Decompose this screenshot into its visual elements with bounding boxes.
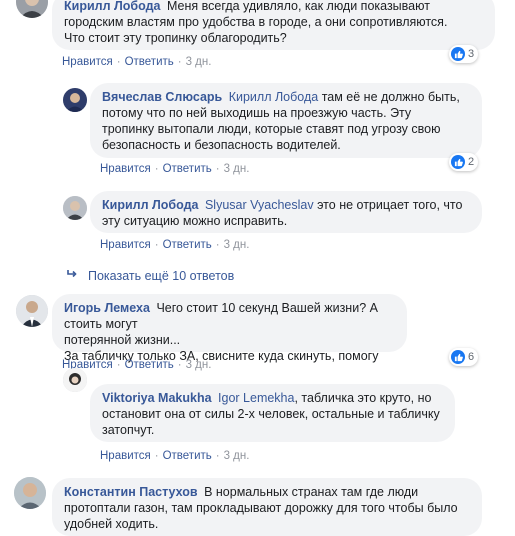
- timestamp[interactable]: 3 дн.: [224, 450, 250, 462]
- comment-text: там её не должно быть,: [321, 90, 460, 104]
- comment-text: тропинку вытопали люди, которые ставят п…: [102, 122, 441, 136]
- reaction-count[interactable]: 3: [449, 45, 479, 63]
- comment-text: безопасность и безопасность водителей.: [102, 138, 341, 152]
- show-more-replies-link[interactable]: Показать ещё 10 ответов: [66, 268, 234, 283]
- like-icon: [451, 350, 465, 364]
- timestamp[interactable]: 3 дн.: [186, 359, 212, 371]
- avatar[interactable]: [16, 0, 48, 18]
- mention-link[interactable]: Кирилл Лобода: [229, 90, 319, 104]
- comment-text: эту ситуацию можно исправить.: [102, 214, 288, 228]
- avatar[interactable]: [63, 368, 87, 392]
- comment-author[interactable]: Вячеслав Слюсарь: [102, 90, 222, 104]
- comment-text: городским властям про удобства в городе,…: [64, 15, 448, 29]
- comment-actions: Нравится · Ответить · 3 дн.: [100, 450, 250, 462]
- comment-actions: Нравится · Ответить · 3 дн.: [100, 239, 250, 251]
- like-icon: [451, 155, 465, 169]
- comment-actions: Нравится · Ответить · 3 дн.: [100, 163, 250, 175]
- reaction-count[interactable]: 2: [449, 153, 479, 171]
- mention-link[interactable]: Slyusar Vyacheslav: [205, 198, 314, 212]
- reaction-number: 3: [468, 48, 475, 60]
- comment-text: протоптали газон, там прокладывают дорож…: [64, 501, 458, 515]
- reply-button[interactable]: Ответить: [125, 56, 174, 68]
- comment-text: это не отрицает того, что: [317, 198, 463, 212]
- avatar[interactable]: [16, 295, 48, 327]
- timestamp[interactable]: 3 дн.: [224, 163, 250, 175]
- comment-text: В нормальных странах там где люди: [204, 485, 419, 499]
- comment-bubble: Вячеслав Слюсарь Кирилл Лобода там её не…: [90, 83, 482, 158]
- comment-actions: Нравится · Ответить · 3 дн.: [62, 359, 212, 371]
- comment-text: потерянной жизни...: [64, 333, 181, 347]
- reply-arrow-icon: [66, 268, 78, 283]
- comment-author[interactable]: Viktoriya Makukha: [102, 391, 212, 405]
- comment-bubble: Кирилл Лобода Slyusar Vyacheslav это не …: [90, 191, 482, 233]
- like-button[interactable]: Нравится: [62, 56, 113, 68]
- comment-text: , табличка это круто, но: [294, 391, 432, 405]
- reply-button[interactable]: Ответить: [163, 450, 212, 462]
- avatar[interactable]: [63, 196, 87, 220]
- thread-line: [52, 72, 54, 272]
- comment-text: Меня всегда удивляло, как люди показываю…: [166, 0, 430, 13]
- comment-bubble: Кирилл Лобода Меня всегда удивляло, как …: [52, 0, 495, 50]
- like-button[interactable]: Нравится: [100, 163, 151, 175]
- comment-bubble: Константин Пастухов В нормальных странах…: [52, 478, 482, 536]
- comment-text: остановит она от силы 2-х человек, остал…: [102, 407, 440, 421]
- comment-text: затопчут.: [102, 423, 155, 437]
- comment-text: удобней ходить.: [64, 517, 159, 531]
- comment-author[interactable]: Кирилл Лобода: [64, 0, 160, 13]
- comment-author[interactable]: Константин Пастухов: [64, 485, 198, 499]
- reply-button[interactable]: Ответить: [163, 163, 212, 175]
- reaction-number: 2: [468, 156, 475, 168]
- comment-author[interactable]: Игорь Лемеха: [64, 301, 150, 315]
- avatar[interactable]: [14, 477, 46, 509]
- reaction-number: 6: [468, 351, 475, 363]
- mention-link[interactable]: Igor Lemekha: [218, 391, 294, 405]
- comment-author[interactable]: Кирилл Лобода: [102, 198, 198, 212]
- show-more-replies-label: Показать ещё 10 ответов: [88, 268, 235, 283]
- comment-text: Что стоит эту тропинку облагородить?: [64, 31, 287, 45]
- comment-text: потому что по ней выходишь на проезжую ч…: [102, 106, 412, 120]
- reaction-count[interactable]: 6: [449, 348, 479, 366]
- comment-bubble: Viktoriya Makukha Igor Lemekha, табличка…: [90, 384, 455, 442]
- like-button[interactable]: Нравится: [100, 239, 151, 251]
- timestamp[interactable]: 3 дн.: [186, 56, 212, 68]
- like-icon: [451, 47, 465, 61]
- avatar[interactable]: [63, 88, 87, 112]
- like-button[interactable]: Нравится: [100, 450, 151, 462]
- comment-bubble: Игорь Лемеха Чего стоит 10 секунд Вашей …: [52, 294, 407, 363]
- reply-button[interactable]: Ответить: [163, 239, 212, 251]
- reply-button[interactable]: Ответить: [125, 359, 174, 371]
- comment-actions: Нравится · Ответить · 3 дн.: [62, 56, 212, 68]
- timestamp[interactable]: 3 дн.: [224, 239, 250, 251]
